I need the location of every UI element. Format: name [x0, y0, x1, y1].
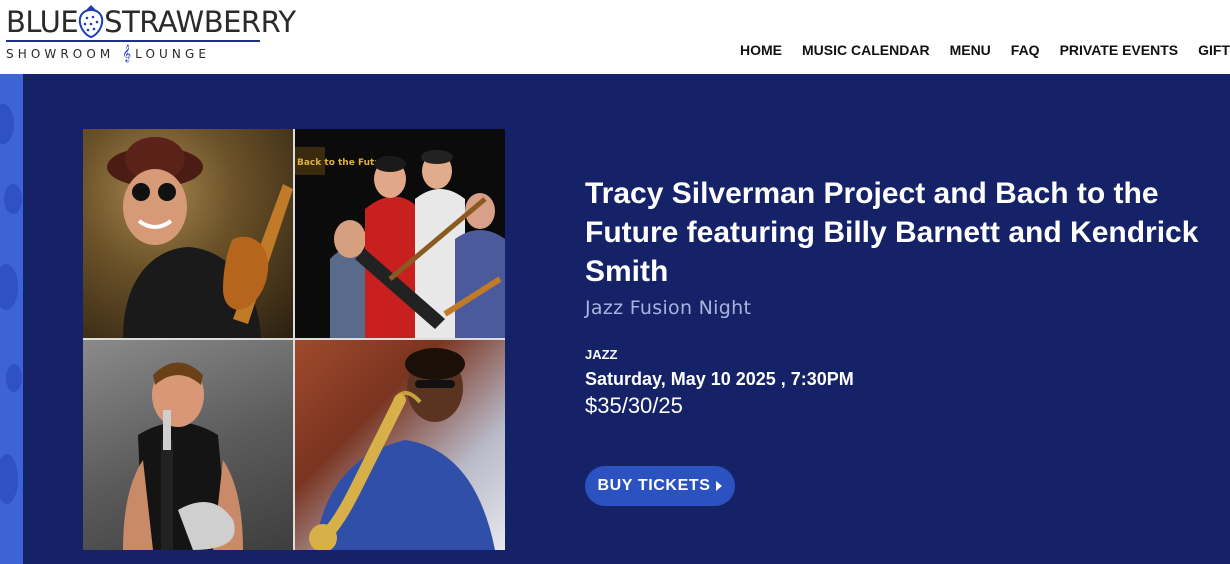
- logo-wordmark: BLUE STRAWBERRY: [6, 4, 296, 40]
- photo-guitarist: [83, 340, 293, 550]
- logo-tagline-lounge: LOUNGE: [135, 47, 211, 61]
- event-info: Tracy Silverman Project and Bach to the …: [585, 174, 1225, 419]
- event-subtitle: Jazz Fusion Night: [585, 297, 752, 319]
- photo-band-group: Back to the Future: [295, 129, 505, 338]
- treble-clef-icon: 𝄞: [122, 44, 132, 62]
- logo-word-strawberry: STRAWBERRY: [104, 5, 296, 39]
- event-genre: JAZZ: [585, 347, 618, 362]
- strawberry-icon: [78, 5, 104, 38]
- logo-tagline: SHOWROOM 𝄞 LOUNGE: [6, 45, 210, 62]
- logo-rule: [6, 40, 260, 42]
- photo-violinist: [83, 129, 293, 338]
- nav-menu[interactable]: MENU: [950, 41, 991, 59]
- nav-private-events[interactable]: PRIVATE EVENTS: [1060, 41, 1179, 59]
- site-logo[interactable]: BLUE STRAWBERRY SHOWROOM 𝄞 LOUNGE: [6, 2, 296, 68]
- nav-faq[interactable]: FAQ: [1011, 41, 1040, 59]
- event-title: Tracy Silverman Project and Bach to the …: [585, 177, 1199, 288]
- site-header: BLUE STRAWBERRY SHOWROOM 𝄞 LOUNGE HOME MU…: [0, 0, 1230, 74]
- main-nav: HOME MUSIC CALENDAR MENU FAQ PRIVATE EVE…: [740, 41, 1230, 59]
- event-photo-collage: Back to the Future: [83, 129, 505, 550]
- nav-music-calendar[interactable]: MUSIC CALENDAR: [802, 41, 930, 59]
- caret-right-icon: [716, 481, 723, 491]
- photo-saxophonist: [295, 340, 505, 550]
- logo-word-blue: BLUE: [6, 5, 79, 39]
- event-hero: Back to the Future Tracy Silverman Proje…: [23, 74, 1230, 564]
- side-background-strip: [0, 74, 23, 564]
- buy-tickets-button[interactable]: BUY TICKETS: [585, 466, 735, 506]
- event-datetime: Saturday, May 10 2025 , 7:30PM: [585, 369, 854, 389]
- buy-tickets-label: BUY TICKETS: [597, 477, 711, 494]
- nav-gift-cards[interactable]: GIFT CAR: [1198, 41, 1230, 59]
- event-price: $35/30/25: [585, 393, 683, 418]
- nav-home[interactable]: HOME: [740, 41, 782, 59]
- logo-tagline-showroom: SHOWROOM: [6, 47, 115, 61]
